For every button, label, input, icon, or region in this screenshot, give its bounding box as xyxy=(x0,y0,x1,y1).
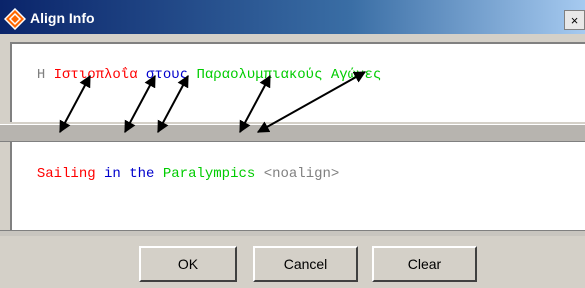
alignment-link-3 xyxy=(239,74,271,134)
alignment-link-4 xyxy=(256,71,367,133)
alignment-link-1 xyxy=(124,74,156,134)
alignment-arrows xyxy=(59,71,367,134)
alignment-link-2 xyxy=(157,74,189,134)
alignment-link-0 xyxy=(59,74,91,134)
